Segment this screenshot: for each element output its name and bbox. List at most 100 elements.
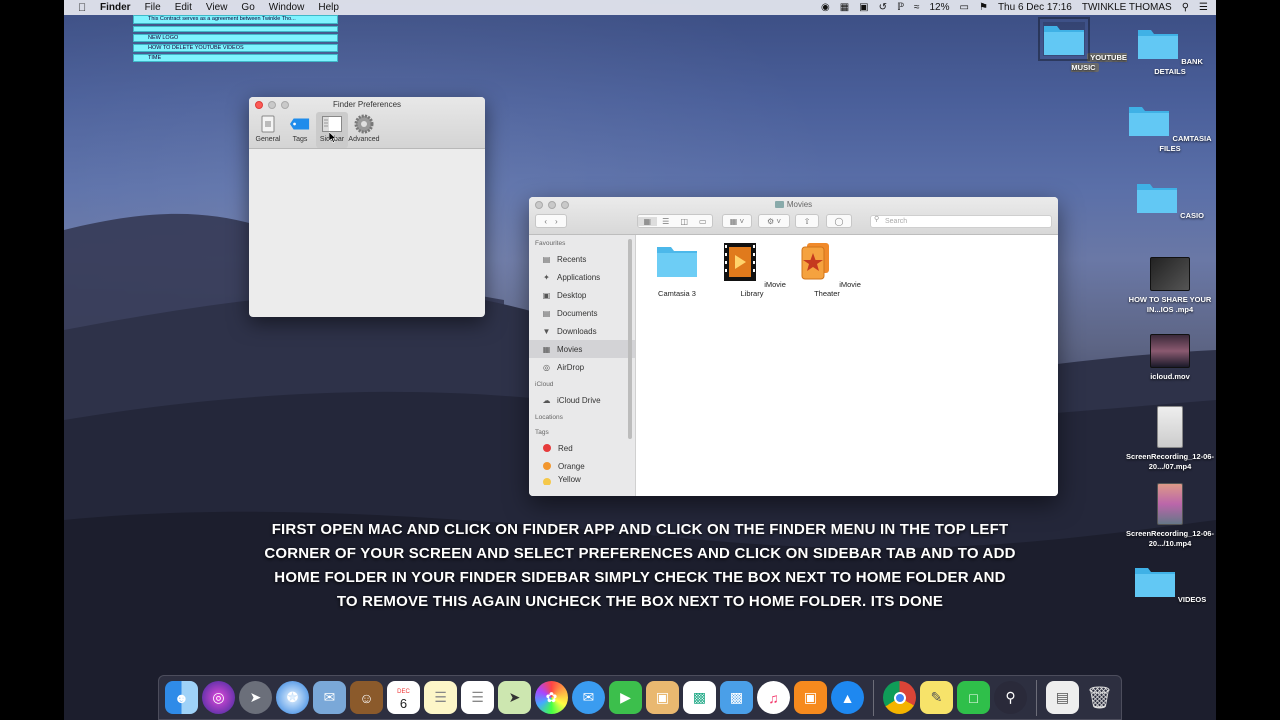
sidebar-item-tag-yellow[interactable]: Yellow [529, 475, 635, 485]
sticky-note-blank[interactable] [133, 26, 338, 32]
calendar-icon[interactable]: DEC 6 [387, 681, 420, 714]
finder-icon[interactable]: ☻ [165, 681, 198, 714]
sidebar-item-applications[interactable]: ✦ Applications [529, 268, 635, 286]
menu-help[interactable]: Help [318, 2, 339, 13]
bluetooth-icon[interactable]: ℙ [897, 2, 904, 13]
battery-icon[interactable]: ▭ [960, 2, 969, 13]
user-name[interactable]: TWINKLE THOMAS [1082, 2, 1172, 13]
menu-app-finder[interactable]: Finder [100, 2, 131, 13]
search-icon[interactable]: ⚲ [1182, 2, 1189, 13]
sticky-note-youtube[interactable]: HOW TO DELETE YOUTUBE VIDEOS [133, 44, 338, 52]
share-button[interactable]: ⇧ [795, 214, 819, 228]
contacts-icon[interactable]: ☺ [350, 681, 383, 714]
imovie-theater-icon [801, 243, 830, 280]
menu-window[interactable]: Window [269, 2, 305, 13]
preview-icon[interactable]: ▣ [646, 681, 679, 714]
quicktime-icon[interactable]: ⚲ [994, 681, 1027, 714]
sidebar-item-icloud-drive[interactable]: ☁ iCloud Drive [529, 391, 635, 409]
reminders-icon[interactable]: ☰ [461, 681, 494, 714]
finder-titlebar[interactable]: Movies ‹ › ▦ ☰ ◫ ▭ ▦ ˅ ⚙ ˅ ⇧ ◯ Search ⚲ [529, 197, 1058, 235]
tag-outline-icon: ◯ [834, 216, 844, 226]
sticky-note-time[interactable]: TIME [133, 54, 338, 62]
tab-general[interactable]: General [252, 112, 284, 148]
desktop-folder-youtube-music[interactable]: YOUTUBE MUSIC [1038, 17, 1130, 73]
camtasia-icon[interactable]: □ [957, 681, 990, 714]
documents-icon: ▤ [542, 308, 551, 318]
sidebar-item-movies[interactable]: ▦ Movies [529, 340, 635, 358]
desktop-file-icloud-mov[interactable]: icloud.mov [1125, 334, 1215, 382]
sticky-note-contract[interactable]: This Contract serves as a agreement betw… [133, 15, 338, 24]
sidebar-item-desktop[interactable]: ▣ Desktop [529, 286, 635, 304]
notes-icon[interactable]: ☰ [424, 681, 457, 714]
desktop-file-screenrecording-07[interactable]: ScreenRecording_12-06-20.../07.mp4 [1125, 406, 1215, 472]
clock[interactable]: Thu 6 Dec 17:16 [998, 2, 1072, 13]
photos-icon[interactable]: ✿ [535, 681, 568, 714]
tab-advanced-label: Advanced [348, 136, 380, 143]
chrome-icon[interactable] [883, 681, 916, 714]
gallery-view-icon[interactable]: ▭ [694, 217, 713, 226]
back-forward-buttons[interactable]: ‹ › [535, 214, 567, 228]
downloads-stack-icon[interactable]: ▤ [1046, 681, 1079, 714]
app-store-icon[interactable]: ▲ [831, 681, 864, 714]
sidebar-section-locations: Locations [535, 414, 563, 421]
menu-view[interactable]: View [206, 2, 228, 13]
keynote-icon[interactable]: ▩ [720, 681, 753, 714]
launchpad-icon[interactable]: ➤ [239, 681, 272, 714]
file-item-imovie-library[interactable]: iMovie Library [717, 241, 787, 298]
safari-icon[interactable]: ✪ [276, 681, 309, 714]
sidebar-item-tag-red[interactable]: Red [529, 439, 635, 457]
film-icon[interactable]: ▦ [840, 2, 849, 13]
camera-icon[interactable]: ▣ [859, 2, 868, 13]
menu-edit[interactable]: Edit [175, 2, 192, 13]
itunes-icon[interactable]: ♫ [757, 681, 790, 714]
desktop-folder-casio[interactable]: CASIO [1125, 180, 1215, 221]
sidebar-item-label: iCloud Drive [557, 395, 601, 405]
sidebar-item-airdrop[interactable]: ◎ AirDrop [529, 358, 635, 376]
messages-icon[interactable]: ✉ [572, 681, 605, 714]
flag-icon[interactable]: ⚑ [979, 2, 988, 13]
file-item-imovie-theater[interactable]: iMovie Theater [792, 241, 862, 298]
facetime-icon[interactable]: ▶ [609, 681, 642, 714]
sidebar-item-recents[interactable]: ▤ Recents [529, 250, 635, 268]
file-item-camtasia[interactable]: Camtasia 3 [642, 241, 712, 298]
sticky-note-logo[interactable]: NEW LOGO [133, 34, 338, 42]
folder-icon [1129, 107, 1170, 136]
apple-menu-icon[interactable]:  [78, 2, 92, 14]
desktop-folder-bank-details[interactable]: BANK DETAILS [1125, 26, 1215, 77]
sidebar-item-documents[interactable]: ▤ Documents [529, 304, 635, 322]
arrange-icon: ▦ ˅ [729, 216, 745, 226]
menu-file[interactable]: File [145, 2, 161, 13]
tab-advanced[interactable]: Advanced [348, 112, 380, 148]
back-icon[interactable]: ‹ [544, 217, 547, 226]
time-machine-icon[interactable]: ↺ [879, 2, 887, 13]
sidebar-scrollbar[interactable] [628, 239, 632, 439]
tab-tags[interactable]: Tags [284, 112, 316, 148]
maps-icon[interactable]: ➤ [498, 681, 531, 714]
siri-icon[interactable]: ◎ [202, 681, 235, 714]
wifi-icon[interactable]: ≈ [914, 2, 920, 13]
action-button[interactable]: ⚙ ˅ [758, 214, 790, 228]
prefs-titlebar[interactable]: Finder Preferences General Tags Advanced [249, 97, 485, 149]
icon-view-icon[interactable]: ▦ [638, 216, 657, 226]
list-view-icon[interactable]: ☰ [657, 217, 676, 226]
forward-icon[interactable]: › [555, 217, 558, 226]
mail-icon[interactable]: ✉ [313, 681, 346, 714]
view-mode-buttons[interactable]: ▦ ☰ ◫ ▭ [637, 214, 713, 228]
desktop-folder-camtasia-files[interactable]: CAMTASIA FILES [1125, 103, 1215, 154]
trash-icon[interactable]: 🗑 [1083, 681, 1116, 714]
numbers-icon[interactable]: ▩ [683, 681, 716, 714]
sidebar-item-tag-orange[interactable]: Orange [529, 457, 635, 475]
stickies-icon[interactable]: ✎ [920, 681, 953, 714]
ibooks-icon[interactable]: ▣ [794, 681, 827, 714]
notification-center-icon[interactable]: ☰ [1199, 2, 1208, 13]
arrange-button[interactable]: ▦ ˅ [722, 214, 752, 228]
search-input[interactable]: Search [870, 215, 1052, 228]
tags-button[interactable]: ◯ [826, 214, 852, 228]
battery-percent[interactable]: 12% [930, 2, 950, 13]
column-view-icon[interactable]: ◫ [675, 217, 694, 226]
record-icon[interactable]: ◉ [821, 2, 830, 13]
sidebar-item-downloads[interactable]: ▼ Downloads [529, 322, 635, 340]
menu-go[interactable]: Go [241, 2, 254, 13]
desktop-file-how-to-share[interactable]: HOW TO SHARE YOUR IN...IOS .mp4 [1125, 257, 1215, 315]
finder-content: Camtasia 3 iMovie Library iMovie Theater [637, 235, 1058, 496]
